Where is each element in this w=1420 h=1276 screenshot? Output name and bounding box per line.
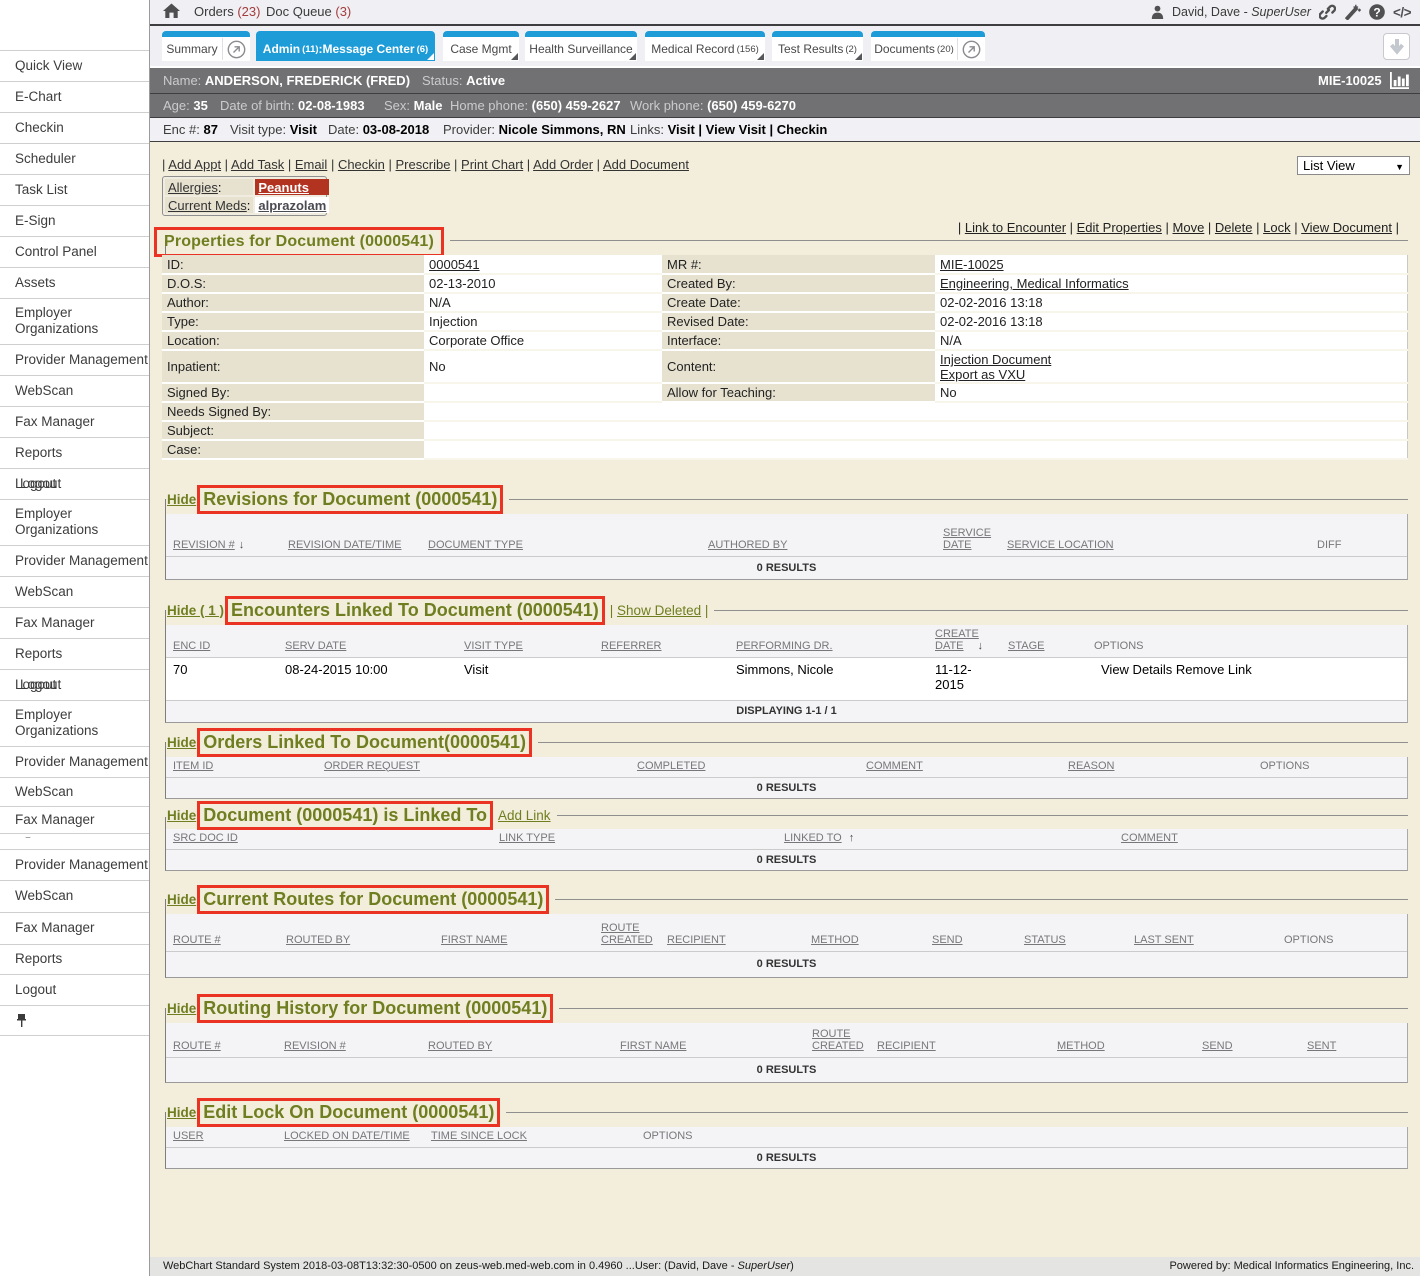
svg-text:?: ?: [1373, 5, 1380, 19]
